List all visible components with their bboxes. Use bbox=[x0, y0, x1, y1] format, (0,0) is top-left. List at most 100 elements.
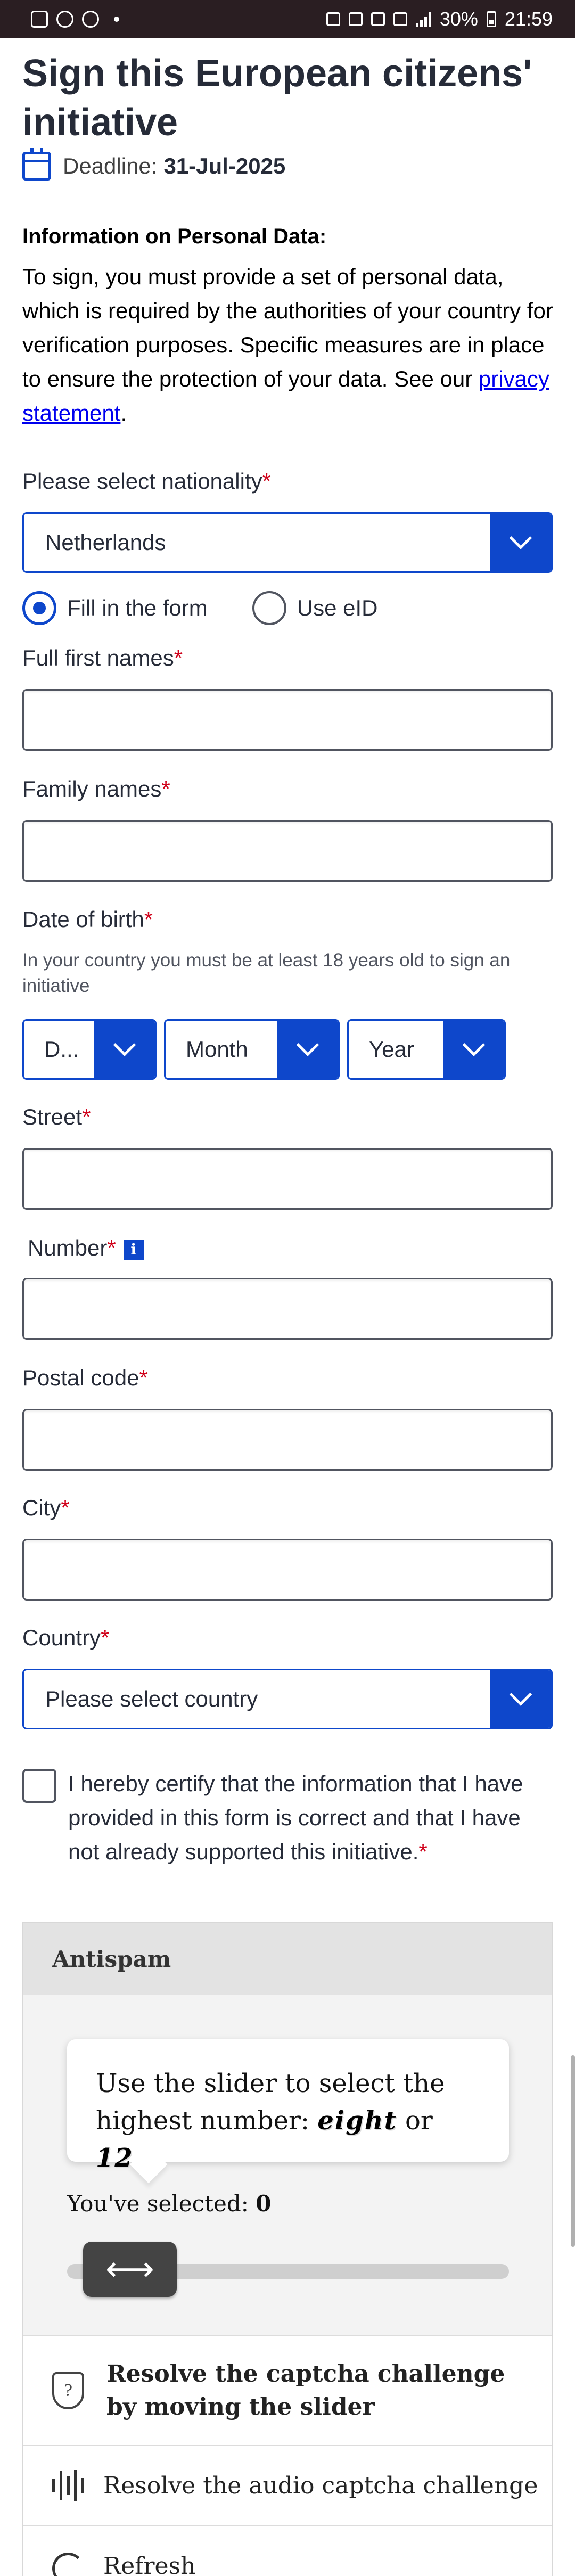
audio-captcha-option[interactable]: Resolve the audio captcha challenge bbox=[23, 2445, 552, 2525]
street-label-text: Street bbox=[22, 1104, 83, 1129]
fill-form-radio[interactable] bbox=[22, 591, 56, 625]
dob-label-text: Date of birth bbox=[22, 907, 144, 932]
number-label-text: Number bbox=[28, 1235, 108, 1260]
antispam-heading: Antispam bbox=[23, 1923, 552, 1995]
captcha-number: 12 bbox=[96, 2143, 134, 2173]
country-value: Please select country bbox=[45, 1686, 258, 1711]
first-names-label-text: Full first names bbox=[22, 645, 174, 670]
deadline: Deadline: 31-Jul-2025 bbox=[22, 148, 286, 183]
arrows-horizontal-icon: ⟷ bbox=[105, 2250, 154, 2289]
use-eid-label[interactable]: Use eID bbox=[297, 595, 378, 621]
wifi-icon bbox=[393, 12, 407, 26]
required-mark: * bbox=[161, 776, 170, 801]
required-mark: * bbox=[101, 1625, 110, 1650]
dob-hint: In your country you must be at least 18 … bbox=[22, 950, 511, 996]
more-dot-icon bbox=[114, 17, 119, 22]
dob-month-value: Month bbox=[186, 1037, 248, 1062]
street-label: Street* bbox=[22, 1104, 91, 1130]
audio-icon bbox=[52, 2470, 84, 2501]
refresh-captcha-option[interactable]: Refresh bbox=[23, 2525, 552, 2576]
nationality-select[interactable]: Netherlands bbox=[22, 512, 553, 573]
chevron-down-icon bbox=[462, 1033, 486, 1056]
personal-data-end: . bbox=[120, 400, 127, 425]
calendar-icon bbox=[22, 148, 51, 181]
dob-year-dropdown-button[interactable] bbox=[443, 1021, 504, 1078]
mute-icon bbox=[371, 12, 385, 26]
status-bar-system: 30% 21:59 bbox=[326, 8, 553, 30]
clock: 21:59 bbox=[504, 8, 553, 30]
captcha-word: eight bbox=[317, 2106, 397, 2136]
chevron-down-icon bbox=[509, 527, 532, 549]
fill-form-label[interactable]: Fill in the form bbox=[67, 595, 208, 621]
city-label: City* bbox=[22, 1495, 70, 1521]
captcha-selected-label: You've selected: bbox=[67, 2191, 249, 2217]
country-label: Country* bbox=[22, 1625, 109, 1651]
gallery-icon bbox=[31, 11, 48, 28]
required-mark: * bbox=[418, 1839, 428, 1864]
signal-icon bbox=[415, 11, 431, 27]
certification-label[interactable]: I hereby certify that the information th… bbox=[68, 1771, 523, 1864]
antispam-panel: Antispam Use the slider to select the hi… bbox=[22, 1922, 553, 2576]
battery-icon bbox=[486, 11, 496, 27]
use-eid-radio[interactable] bbox=[252, 591, 286, 625]
key-icon bbox=[326, 12, 340, 26]
nationality-dropdown-button[interactable] bbox=[490, 514, 551, 571]
first-names-input[interactable] bbox=[22, 689, 553, 751]
info-icon[interactable]: i bbox=[123, 1239, 144, 1260]
dob-day-value: D... bbox=[44, 1037, 79, 1062]
slider-captcha-option-label: Resolve the captcha challenge by moving … bbox=[106, 2360, 505, 2421]
certification: I hereby certify that the information th… bbox=[22, 1767, 555, 1869]
captcha-instruction: Use the slider to select the highest num… bbox=[67, 2039, 509, 2173]
family-names-input[interactable] bbox=[22, 820, 553, 882]
captcha-slider-handle[interactable]: ⟷ bbox=[83, 2242, 177, 2297]
country-select[interactable]: Please select country bbox=[22, 1669, 553, 1729]
city-label-text: City bbox=[22, 1495, 61, 1520]
dob-month-dropdown-button[interactable] bbox=[277, 1021, 338, 1078]
nationality-label: Please select nationality* bbox=[22, 469, 271, 494]
number-input[interactable] bbox=[22, 1278, 553, 1340]
chevron-down-icon bbox=[509, 1683, 532, 1706]
signing-method: Fill in the form Use eID bbox=[22, 591, 377, 625]
personal-data-body: To sign, you must provide a set of perso… bbox=[22, 264, 553, 391]
country-dropdown-button[interactable] bbox=[490, 1670, 551, 1728]
certification-text[interactable]: I hereby certify that the information th… bbox=[68, 1767, 555, 1869]
slider-captcha-option[interactable]: ? Resolve the captcha challenge by movin… bbox=[23, 2335, 552, 2445]
required-mark: * bbox=[262, 469, 271, 494]
personal-data-heading: Information on Personal Data: bbox=[22, 225, 327, 248]
status-bar: 30% 21:59 bbox=[0, 0, 575, 38]
deadline-label: Deadline: bbox=[63, 153, 158, 178]
country-label-text: Country bbox=[22, 1625, 101, 1650]
postal-code-label-text: Postal code bbox=[22, 1365, 139, 1390]
personal-data-text: To sign, you must provide a set of perso… bbox=[22, 260, 555, 430]
dob-day-dropdown-button[interactable] bbox=[94, 1021, 155, 1078]
certification-checkbox[interactable] bbox=[22, 1769, 56, 1803]
nationality-label-text: Please select nationality bbox=[22, 469, 262, 494]
first-names-label: Full first names* bbox=[22, 645, 183, 671]
family-names-label-text: Family names bbox=[22, 776, 162, 801]
required-mark: * bbox=[61, 1495, 70, 1520]
captcha-selected: You've selected: 0 bbox=[67, 2191, 271, 2217]
cloud-icon bbox=[82, 11, 99, 28]
dob-label: Date of birth* bbox=[22, 907, 153, 932]
required-mark: * bbox=[107, 1235, 116, 1260]
chevron-down-icon bbox=[296, 1033, 319, 1056]
scrollbar[interactable] bbox=[571, 2055, 575, 2247]
nationality-value: Netherlands bbox=[45, 530, 166, 555]
street-input[interactable] bbox=[22, 1148, 553, 1210]
dob-year-select[interactable]: Year bbox=[347, 1019, 506, 1080]
postal-code-input[interactable] bbox=[22, 1409, 553, 1471]
number-label: Number* i bbox=[28, 1235, 144, 1261]
postal-code-label: Postal code* bbox=[22, 1365, 148, 1391]
deadline-value: 31-Jul-2025 bbox=[163, 153, 286, 178]
dob-day-select[interactable]: D... bbox=[22, 1019, 157, 1080]
battery-percent: 30% bbox=[439, 8, 478, 30]
captcha-selected-value: 0 bbox=[256, 2191, 272, 2217]
dob-month-select[interactable]: Month bbox=[164, 1019, 340, 1080]
required-mark: * bbox=[82, 1104, 91, 1129]
shield-icon: ? bbox=[52, 2372, 84, 2409]
city-input[interactable] bbox=[22, 1539, 553, 1601]
family-names-label: Family names* bbox=[22, 776, 170, 802]
chevron-down-icon bbox=[113, 1033, 136, 1056]
alarm-icon bbox=[348, 12, 363, 26]
status-bar-notifications bbox=[31, 11, 119, 28]
